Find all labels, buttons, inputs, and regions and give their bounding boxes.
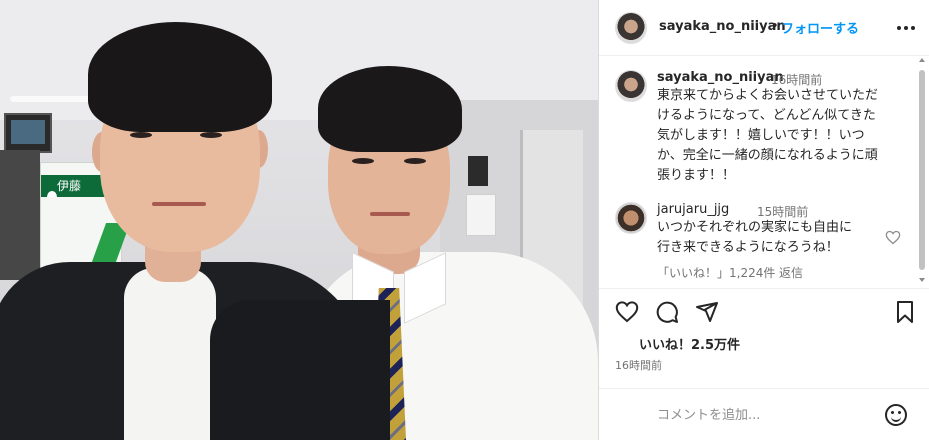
caption-text: 東京来てからよくお会いさせていただ けるようになって、どんどん似てきた 気がしま… (657, 86, 915, 186)
person-left-tshirt (124, 268, 216, 440)
comment-username[interactable]: jarujaru_jjg (657, 202, 729, 217)
caption-username[interactable]: sayaka_no_niiyan (657, 70, 784, 85)
comment-reply-button[interactable]: 返信 (779, 264, 803, 281)
avatar[interactable] (615, 12, 647, 44)
caption-line: 気がします！！嬉しいです！！いつ (657, 128, 865, 143)
scrollbar-thumb[interactable] (919, 70, 925, 270)
photo-sign-text: 伊藤 (57, 179, 82, 193)
person-left-eye (200, 132, 222, 138)
comment-line: いつかそれぞれの実家にも自由に (657, 220, 853, 235)
caption-line: か、完全に一緒の顔になれるように頑 (657, 148, 878, 163)
scroll-down-arrow-icon[interactable] (919, 278, 925, 282)
like-heart-icon[interactable] (615, 300, 639, 324)
comment-line: 行き来できるようになろうね！ (657, 240, 839, 255)
caption-avatar[interactable] (615, 70, 647, 102)
comment-text: いつかそれぞれの実家にも自由に 行き来できるようになろうね！ (657, 218, 887, 258)
share-send-icon[interactable] (695, 300, 719, 324)
comment-avatar[interactable] (615, 202, 647, 234)
divider (599, 388, 929, 389)
person-left-eye (130, 132, 152, 138)
photo-posted-notes (466, 194, 496, 236)
person-right-eye (352, 158, 374, 164)
sign-leaf-icon (47, 191, 57, 197)
person-left-jacket-front (210, 300, 390, 440)
comments-scrollbar[interactable] (918, 58, 926, 284)
emoji-icon[interactable] (885, 404, 907, 426)
add-comment-input[interactable] (657, 404, 867, 426)
post-photo: 伊藤 (0, 0, 598, 440)
caption-line: 張ります！！ (657, 168, 736, 183)
person-left-mouth (152, 202, 206, 206)
header-separator: • (771, 19, 779, 34)
person-right-mouth (370, 212, 410, 216)
comment-bubble-icon[interactable] (655, 300, 679, 324)
scroll-up-arrow-icon[interactable] (919, 58, 925, 62)
save-bookmark-icon[interactable] (893, 300, 917, 324)
comment-like-icon[interactable] (885, 230, 901, 245)
person-right-hair (318, 66, 462, 152)
caption-line: けるようになって、どんどん似てきた (657, 108, 876, 123)
follow-button[interactable]: フォローする (781, 18, 859, 37)
caption-line: 東京来てからよくお会いさせていただ (657, 88, 879, 103)
comment-likes-count[interactable]: 「いいね！」1,224件 (657, 264, 775, 281)
more-options-icon[interactable] (897, 20, 917, 36)
divider (599, 288, 929, 289)
post-header: sayaka_no_niiyan • フォローする (599, 0, 929, 56)
header-username[interactable]: sayaka_no_niiyan (659, 19, 786, 34)
comments-list[interactable]: sayaka_no_niiyan 16時間前 東京来てからよくお会いさせていただ… (599, 56, 919, 288)
person-left-hair (88, 22, 272, 132)
likes-count[interactable]: いいね！2.5万件 (639, 334, 740, 353)
photo-dark-doorway (0, 150, 40, 280)
post-side-panel: sayaka_no_niiyan • フォローする sayaka_no_niiy… (598, 0, 929, 440)
photo-wall-monitor (4, 113, 52, 153)
post-timestamp[interactable]: 16時間前 (615, 357, 662, 373)
person-right-eye (404, 158, 426, 164)
photo-wall-speaker (468, 156, 488, 186)
